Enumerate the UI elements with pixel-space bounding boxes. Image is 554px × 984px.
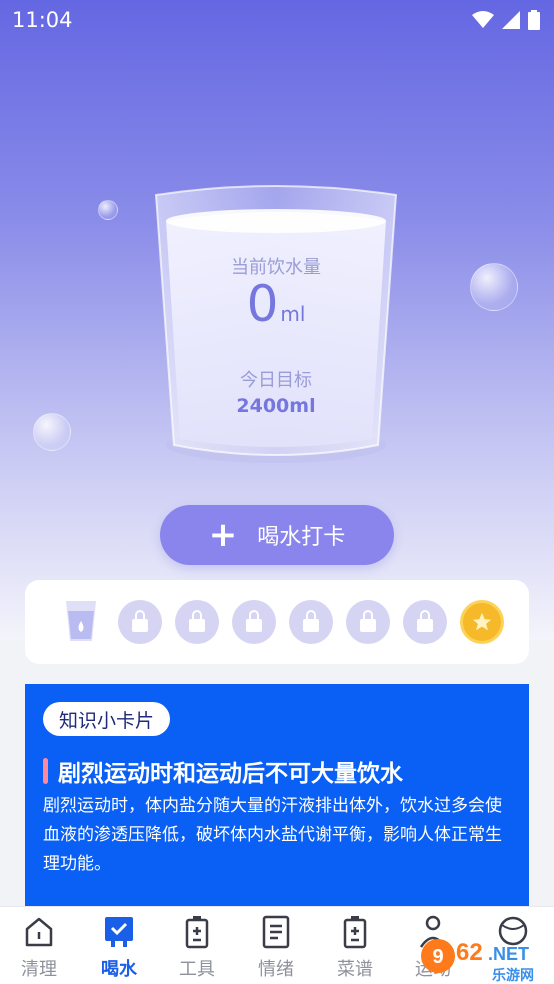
- svg-text:9: 9: [432, 946, 443, 968]
- locked-slot: [346, 600, 390, 644]
- svg-text:62: 62: [456, 939, 483, 966]
- drink-checkin-label: 喝水打卡: [257, 525, 346, 550]
- decor-bubble: [98, 200, 118, 220]
- locked-slot: [118, 600, 162, 644]
- star-coin-icon: [472, 612, 492, 631]
- current-intake-value: 0 ml: [246, 275, 306, 333]
- watermark-logo: 9 62 .NET 乐游网: [421, 939, 534, 984]
- battery-plus-icon: [185, 916, 209, 949]
- water-check-icon: [105, 917, 133, 947]
- knowledge-card: 知识小卡片 剧烈运动时和运动后不可大量饮水 剧烈运动时，体内盐分随大量的汗液排出…: [25, 684, 529, 906]
- lock-icon: [132, 609, 148, 632]
- daily-goal-label: 今日目标: [240, 370, 312, 391]
- note-icon: [262, 915, 290, 949]
- home-icon: [25, 917, 53, 947]
- tab-label: 清理: [21, 959, 57, 980]
- plus-icon: +: [208, 515, 238, 555]
- wifi-icon: [472, 11, 494, 28]
- tab-water[interactable]: 喝水: [84, 915, 154, 981]
- tab-label: 工具: [179, 959, 215, 980]
- title-accent-bar: [43, 758, 48, 784]
- tab-tools[interactable]: 工具: [162, 915, 232, 981]
- tab-mood[interactable]: 情绪: [241, 915, 311, 981]
- decor-bubble: [470, 263, 518, 311]
- knowledge-body: 剧烈运动时，体内盐分随大量的汗液排出体外，饮水过多会使血液的渗透压降低，破坏体内…: [43, 796, 502, 874]
- signal-icon: [502, 11, 520, 29]
- locked-slot: [175, 600, 219, 644]
- knowledge-title: 剧烈运动时和运动后不可大量饮水: [43, 754, 403, 788]
- tab-label: 喝水: [101, 959, 137, 980]
- reward-slot[interactable]: [460, 600, 504, 644]
- svg-text:.NET: .NET: [488, 944, 529, 964]
- locked-slot: [232, 600, 276, 644]
- lock-icon: [246, 609, 262, 632]
- tab-label: 菜谱: [337, 959, 373, 980]
- lock-icon: [303, 609, 319, 632]
- locked-slot: [403, 600, 447, 644]
- lock-icon: [417, 609, 433, 632]
- status-time: 11:04: [12, 8, 73, 32]
- knowledge-chip: 知识小卡片: [43, 702, 171, 736]
- tab-clean[interactable]: 清理: [4, 915, 74, 981]
- lock-icon: [360, 609, 376, 632]
- decor-bubble: [33, 413, 71, 451]
- battery-icon: [528, 10, 540, 30]
- drink-progress-card: [25, 580, 529, 664]
- daily-goal-value: 2400ml: [236, 395, 316, 417]
- tab-recipe[interactable]: 菜谱: [320, 915, 390, 981]
- battery-plus-icon: [343, 916, 367, 949]
- locked-slot: [289, 600, 333, 644]
- status-bar: 11:04: [0, 0, 554, 40]
- filled-cup-icon: [66, 601, 96, 641]
- lock-icon: [189, 609, 205, 632]
- site-watermark: 9 62 .NET 乐游网: [418, 930, 554, 984]
- drink-checkin-button[interactable]: + 喝水打卡: [160, 505, 394, 565]
- svg-text:乐游网: 乐游网: [492, 967, 534, 984]
- tab-label: 情绪: [258, 959, 294, 980]
